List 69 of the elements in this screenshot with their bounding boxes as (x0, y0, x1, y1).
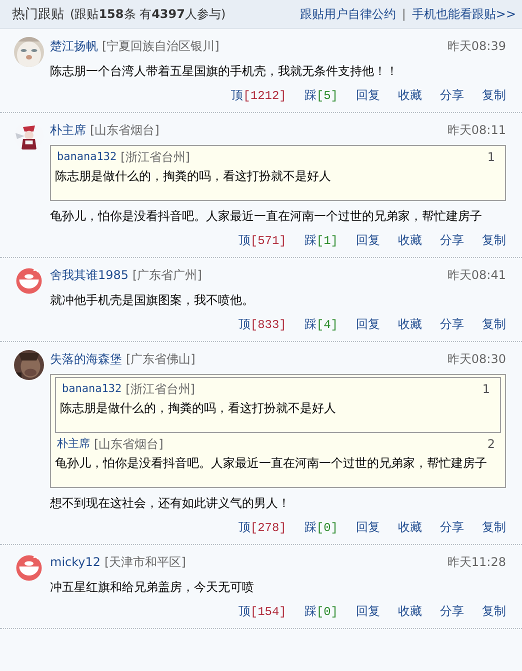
action-link[interactable]: 回复 (356, 230, 380, 251)
downvote-link[interactable]: 踩[4] (304, 314, 338, 335)
user-name[interactable]: 楚江扬帆 (50, 38, 98, 54)
action-link[interactable]: 分享 (440, 517, 464, 538)
action-link[interactable]: 复制 (482, 601, 506, 622)
user-name[interactable]: micky12 (50, 555, 101, 569)
user-location: [山东省烟台] (90, 122, 160, 138)
action-link[interactable]: 复制 (482, 314, 506, 335)
comment-text: 想不到现在这社会，还有如此讲义气的男人！ (50, 495, 291, 512)
quote-text: 陈志朋是做什么的，掏粪的吗，看这打扮就不是好人 (55, 168, 332, 185)
action-link[interactable]: 分享 (440, 230, 464, 251)
action-link[interactable]: 复制 (482, 85, 506, 106)
downvote-link[interactable]: 踩[1] (304, 230, 338, 251)
action-link[interactable]: 收藏 (398, 230, 422, 251)
section-title: 热门跟贴 (12, 6, 64, 23)
user-location: [山东省烟台] (94, 436, 164, 453)
user-name[interactable]: banana132 (57, 148, 117, 166)
action-link[interactable]: 复制 (482, 517, 506, 538)
comment-time: 昨天08:11 (447, 122, 506, 138)
user-location: [广东省佛山] (126, 350, 196, 368)
header-link[interactable]: 手机也能看跟贴>> (412, 6, 516, 22)
separator: | (402, 7, 406, 21)
floor-number: 1 (482, 381, 490, 398)
floor-number: 1 (487, 149, 495, 166)
action-link[interactable]: 分享 (440, 601, 464, 622)
user-location: [广东省广州] (132, 266, 202, 284)
downvote-link[interactable]: 踩[5] (304, 85, 338, 106)
comment-text: 陈志朋一个台湾人带着五星国旗的手机壳，我就无条件支持他！！ (50, 63, 399, 80)
downvote-link[interactable]: 踩[0] (304, 517, 338, 538)
default-avatar-icon (14, 553, 44, 583)
floor-number: 2 (487, 436, 495, 453)
user-name[interactable]: 朴主席 (50, 122, 86, 138)
user-name[interactable]: 失落的海森堡 (50, 350, 122, 368)
user-name[interactable]: 舍我其谁1985 (50, 266, 129, 284)
action-link[interactable]: 复制 (482, 230, 506, 251)
user-name[interactable]: 朴主席 (57, 435, 90, 453)
action-link[interactable]: 回复 (356, 517, 380, 538)
comment-text: 冲五星红旗和给兄弟盖房，今天无可喷 (50, 579, 255, 596)
comment-time: 昨天08:30 (447, 350, 506, 368)
quote-text: 陈志朋是做什么的，掏粪的吗，看这打扮就不是好人 (60, 400, 337, 417)
action-link[interactable]: 收藏 (398, 601, 422, 622)
header-link[interactable]: 跟贴用户自律公约 (300, 6, 396, 22)
upvote-link[interactable]: 顶[571] (238, 230, 286, 251)
action-link[interactable]: 收藏 (398, 314, 422, 335)
action-link[interactable]: 收藏 (398, 517, 422, 538)
quote-text: 龟孙儿，怕你是没看抖音吧。人家最近一直在河南一个过世的兄弟家，帮忙建房子 (55, 455, 488, 472)
comment-text: 就冲他手机壳是国旗图案，我不喷他。 (50, 292, 255, 309)
upvote-link[interactable]: 顶[278] (238, 517, 286, 538)
downvote-link[interactable]: 踩[0] (304, 601, 338, 622)
comment-time: 昨天11:28 (447, 554, 506, 570)
upvote-link[interactable]: 顶[1212] (231, 85, 286, 106)
user-location: [浙江省台州] (120, 149, 190, 166)
comment-time: 昨天08:41 (447, 266, 506, 284)
comment-text: 龟孙儿，怕你是没看抖音吧。人家最近一直在河南一个过世的兄弟家，帮忙建房子 (50, 208, 483, 225)
action-link[interactable]: 分享 (440, 85, 464, 106)
comment-time: 昨天08:39 (447, 38, 506, 54)
upvote-link[interactable]: 顶[154] (238, 601, 286, 622)
comment-stats: (跟贴158条 有4397人参与) (70, 6, 226, 22)
user-name[interactable]: banana132 (62, 380, 122, 398)
user-location: [宁夏回族自治区银川] (102, 38, 220, 54)
upvote-link[interactable]: 顶[833] (238, 314, 286, 335)
user-location: [浙江省台州] (126, 381, 195, 398)
default-avatar-icon (14, 266, 44, 296)
action-link[interactable]: 回复 (356, 85, 380, 106)
action-link[interactable]: 收藏 (398, 85, 422, 106)
user-location: [天津市和平区] (104, 554, 186, 570)
action-link[interactable]: 回复 (356, 314, 380, 335)
action-link[interactable]: 回复 (356, 601, 380, 622)
action-link[interactable]: 分享 (440, 314, 464, 335)
